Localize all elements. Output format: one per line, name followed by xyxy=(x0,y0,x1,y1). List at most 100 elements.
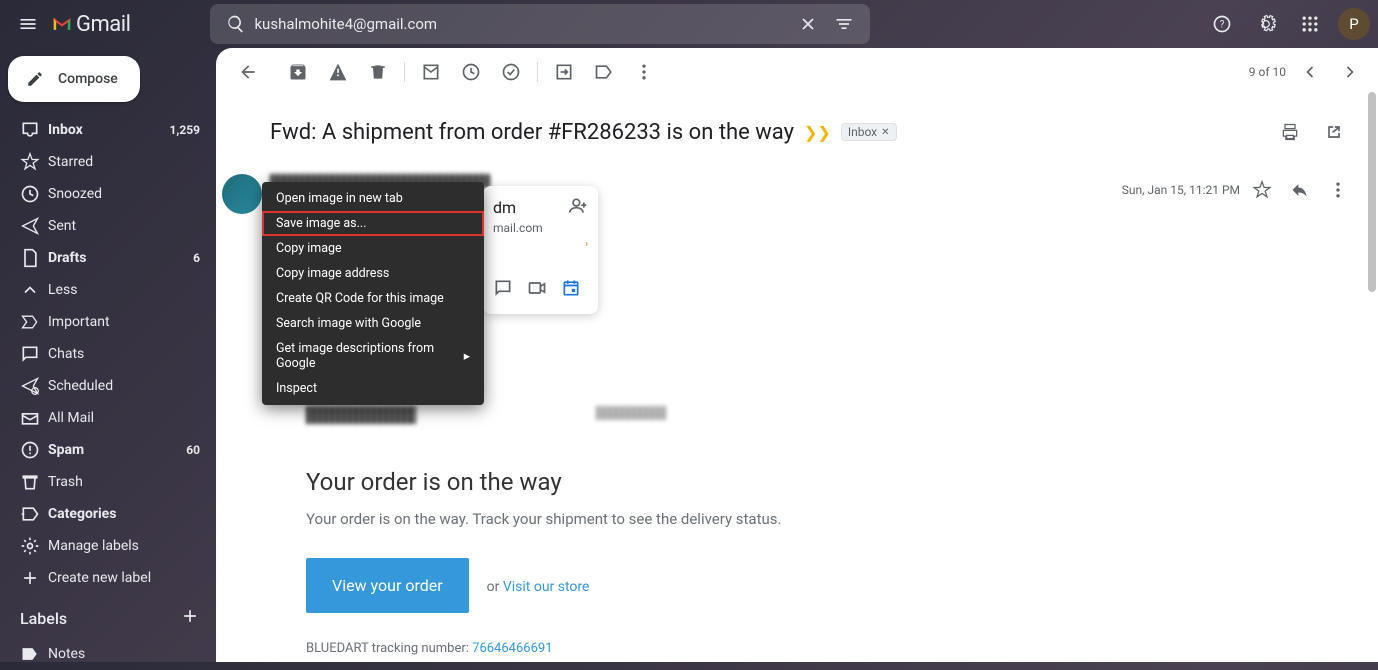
sidebar-item-all-mail[interactable]: All Mail xyxy=(0,402,216,434)
sidebar-item-chats[interactable]: Chats xyxy=(0,338,216,370)
plus-icon xyxy=(20,568,48,588)
ctx-get-image-descriptions-from-google[interactable]: Get image descriptions from Google▸ xyxy=(262,336,484,376)
ctx-save-image-as-[interactable]: Save image as... xyxy=(262,211,484,236)
label-icon xyxy=(20,644,48,664)
brand-logo-redacted xyxy=(306,406,416,424)
visit-store-link[interactable]: Visit our store xyxy=(503,579,590,595)
add-label-button[interactable] xyxy=(180,606,200,630)
ctx-search-image-with-google[interactable]: Search image with Google xyxy=(262,311,484,336)
clock-icon xyxy=(20,184,48,204)
ctx-create-qr-code-for-this-image[interactable]: Create QR Code for this image xyxy=(262,286,484,311)
hovercard-calendar-icon[interactable] xyxy=(561,278,581,302)
sidebar-item-sent[interactable]: Sent xyxy=(0,210,216,242)
open-new-window-button[interactable] xyxy=(1314,112,1354,152)
mark-unread-button[interactable] xyxy=(411,52,451,92)
search-icon[interactable] xyxy=(218,14,254,34)
important-marker-icon[interactable]: ❯❯ xyxy=(804,123,831,142)
sidebar-item-starred[interactable]: Starred xyxy=(0,146,216,178)
important-icon xyxy=(20,312,48,332)
schedule-icon xyxy=(20,376,48,396)
more-button[interactable] xyxy=(624,52,664,92)
chat-icon xyxy=(20,344,48,364)
message-date: Sun, Jan 15, 11:21 PM xyxy=(1122,183,1240,197)
sidebar-item-manage-labels[interactable]: Manage labels xyxy=(0,530,216,562)
compose-label: Compose xyxy=(58,71,118,87)
tracking-info: BLUEDART tracking number: 76646466691 xyxy=(306,641,990,656)
clear-search-icon[interactable] xyxy=(790,14,826,34)
ctx-copy-image-address[interactable]: Copy image address xyxy=(262,261,484,286)
label-notes[interactable]: Notes xyxy=(0,638,216,670)
gmail-icon xyxy=(52,14,72,34)
context-menu: Open image in new tabSave image as...Cop… xyxy=(262,182,484,405)
sidebar-item-trash[interactable]: Trash xyxy=(0,466,216,498)
account-avatar[interactable]: P xyxy=(1338,8,1370,40)
reply-button[interactable] xyxy=(1284,174,1316,206)
ctx-open-image-in-new-tab[interactable]: Open image in new tab xyxy=(262,186,484,211)
inbox-chip[interactable]: Inbox✕ xyxy=(841,123,897,141)
hovercard-video-icon[interactable] xyxy=(527,278,547,302)
archive-button[interactable] xyxy=(278,52,318,92)
sender-avatar[interactable] xyxy=(222,174,262,214)
gmail-logo[interactable]: Gmail xyxy=(52,12,130,37)
send-icon xyxy=(20,216,48,236)
chip-remove-icon[interactable]: ✕ xyxy=(881,127,889,138)
file-icon xyxy=(20,248,48,268)
search-input[interactable] xyxy=(254,15,790,33)
add-to-tasks-button[interactable] xyxy=(491,52,531,92)
print-button[interactable] xyxy=(1270,112,1310,152)
prev-button[interactable] xyxy=(1294,56,1326,88)
menu-icon xyxy=(18,14,38,34)
star-message-button[interactable] xyxy=(1246,174,1278,206)
help-icon: ? xyxy=(1212,14,1232,34)
categories-icon xyxy=(20,504,48,524)
inbox-icon xyxy=(20,120,48,140)
back-button[interactable] xyxy=(228,52,268,92)
add-contact-button[interactable] xyxy=(568,196,588,220)
chevup-icon xyxy=(20,280,48,300)
contact-hovercard: dm mail.com › xyxy=(483,186,598,314)
trash-icon xyxy=(20,472,48,492)
allmail-icon xyxy=(20,408,48,428)
svg-text:?: ? xyxy=(1220,19,1225,30)
compose-button[interactable]: Compose xyxy=(8,56,140,102)
pencil-icon xyxy=(26,70,44,88)
toolbar: 9 of 10 xyxy=(216,48,1378,96)
snooze-button[interactable] xyxy=(451,52,491,92)
message-more-button[interactable] xyxy=(1322,174,1354,206)
hovercard-chat-icon[interactable] xyxy=(493,278,513,302)
search-options-icon[interactable] xyxy=(826,14,862,34)
email-body: Your order is on the way Your order is o… xyxy=(270,406,990,656)
pager-text: 9 of 10 xyxy=(1249,65,1286,79)
report-spam-button[interactable] xyxy=(318,52,358,92)
sidebar-item-important[interactable]: Important xyxy=(0,306,216,338)
apps-button[interactable] xyxy=(1290,4,1330,44)
sidebar-item-drafts[interactable]: Drafts6 xyxy=(0,242,216,274)
hovercard-email: mail.com xyxy=(493,221,588,235)
menu-button[interactable] xyxy=(8,4,48,44)
gear-icon xyxy=(20,536,48,556)
ctx-inspect[interactable]: Inspect xyxy=(262,376,484,401)
sidebar-item-scheduled[interactable]: Scheduled xyxy=(0,370,216,402)
move-to-button[interactable] xyxy=(544,52,584,92)
or-text: or Visit our store xyxy=(487,579,590,595)
sidebar-item-less[interactable]: Less xyxy=(0,274,216,306)
sidebar-item-categories[interactable]: Categories xyxy=(0,498,216,530)
order-text: Your order is on the way. Track your shi… xyxy=(306,510,990,528)
sidebar-item-spam[interactable]: Spam60 xyxy=(0,434,216,466)
tracking-number-link[interactable]: 76646466691 xyxy=(472,641,552,656)
star-icon xyxy=(20,152,48,172)
scrollbar-thumb[interactable] xyxy=(1368,92,1376,292)
sidebar-item-create-new-label[interactable]: Create new label xyxy=(0,562,216,594)
labels-button[interactable] xyxy=(584,52,624,92)
search-bar[interactable] xyxy=(210,4,870,44)
sidebar-item-snoozed[interactable]: Snoozed xyxy=(0,178,216,210)
labels-header: Labels xyxy=(20,609,67,628)
support-button[interactable]: ? xyxy=(1202,4,1242,44)
settings-button[interactable] xyxy=(1246,4,1286,44)
sidebar-item-inbox[interactable]: Inbox1,259 xyxy=(0,114,216,146)
next-button[interactable] xyxy=(1334,56,1366,88)
delete-button[interactable] xyxy=(358,52,398,92)
ctx-copy-image[interactable]: Copy image xyxy=(262,236,484,261)
view-order-button[interactable]: View your order xyxy=(306,558,469,613)
gear-icon xyxy=(1256,14,1276,34)
